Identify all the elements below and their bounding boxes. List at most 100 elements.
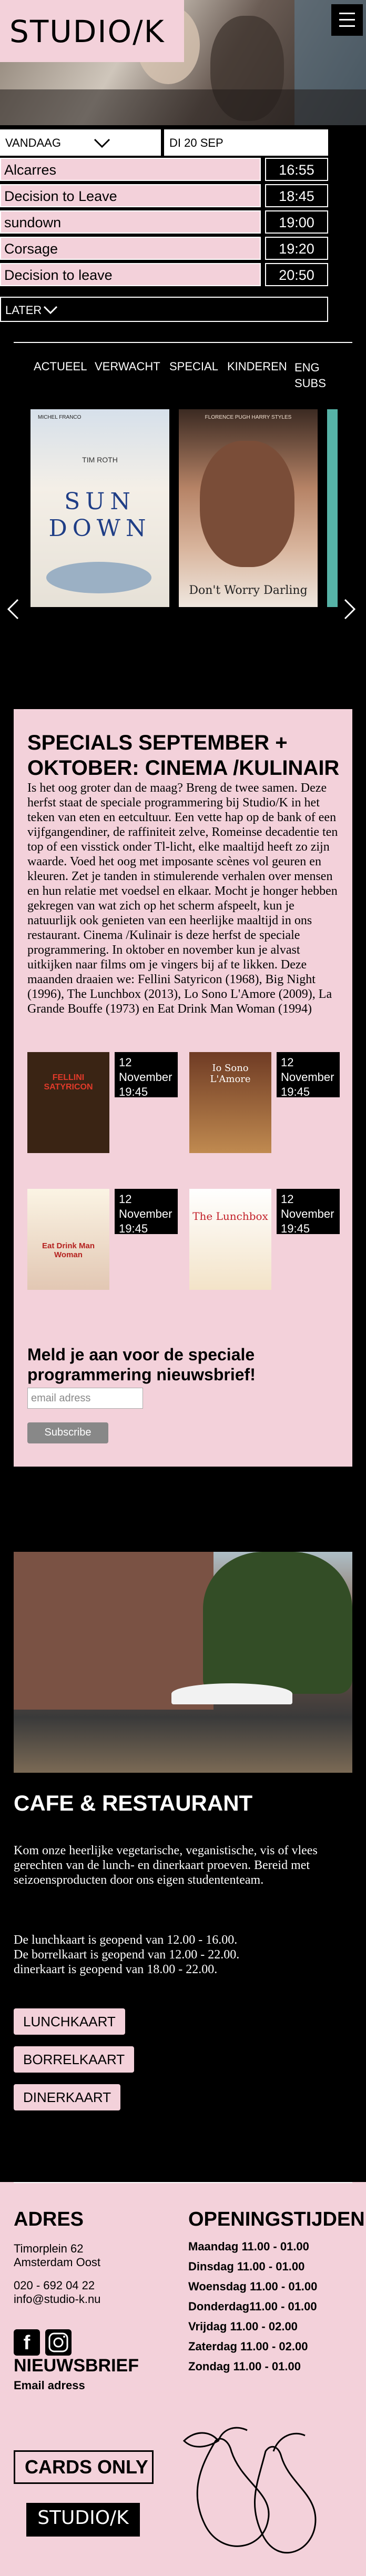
film-poster[interactable]: FLORENCE PUGH HARRY STYLES Don't Worry D… [179, 409, 318, 607]
lunch-hours: De lunchkaart is geopend van 12.00 - 16.… [14, 1933, 238, 1947]
borrelkaart-button[interactable]: BORRELKAART [14, 2046, 135, 2073]
screening-time: 19:20 [265, 237, 328, 260]
tab-special[interactable]: SPECIAL [169, 360, 218, 373]
address-street: Timorplein 62 [14, 2242, 84, 2255]
film-thumb[interactable]: FELLINI SATYRICON [27, 1052, 109, 1153]
film-poster-partial[interactable] [327, 409, 338, 607]
hours-row: Maandag 11.00 - 01.00 [188, 2240, 309, 2253]
address-title: ADRES [14, 2208, 84, 2230]
email-link[interactable]: info@studio-k.nu [14, 2292, 100, 2306]
film-date: 12 November 19:45 [277, 1052, 340, 1098]
screening-title: Alcarres [0, 158, 261, 181]
facebook-icon[interactable]: f [14, 2329, 40, 2356]
later-toggle[interactable]: LATER [0, 297, 328, 322]
thumb-title: The Lunchbox [192, 1210, 268, 1223]
cafe-section: CAFE & RESTAURANT Kom onze heerlijke veg… [14, 1791, 352, 2110]
film-date-day: 12 November [119, 1056, 172, 1084]
film-carousel: MICHEL FRANCO TIM ROTH SUN DOWN FLORENCE… [0, 405, 366, 620]
page: STUDIO/K VANDAAG DI 20 SEP Alcarres 16:5… [0, 0, 366, 2576]
newsletter-title: NIEUWSBRIEF [14, 2356, 139, 2376]
borrel-hours: De borrelkaart is geopend van 12.00 - 22… [14, 1948, 240, 1962]
screening-row[interactable]: sundown 19:00 [0, 210, 366, 234]
specials-text: Is het oog groter dan de maag? Breng de … [27, 781, 338, 1016]
schedule: VANDAAG DI 20 SEP Alcarres 16:55 Decisio… [0, 125, 366, 326]
film-date: 12 November 19:45 [115, 1189, 178, 1235]
hours-row: Zondag 11.00 - 01.00 [188, 2360, 301, 2373]
film-thumb[interactable]: The Lunchbox [189, 1189, 271, 1290]
chevron-down-icon [43, 306, 58, 315]
phone[interactable]: 020 - 692 04 22 [14, 2279, 95, 2292]
screening-row[interactable]: Alcarres 16:55 [0, 158, 366, 181]
film-date-time: 19:45 [281, 1085, 310, 1098]
hero-shelf [0, 89, 366, 125]
newsletter-title: Meld je aan voor de speciale programmeri… [27, 1345, 256, 1384]
date-select[interactable]: DI 20 SEP [164, 129, 328, 156]
hours-row: Woensdag 11.00 - 01.00 [188, 2280, 318, 2293]
photo-tree [203, 1552, 352, 1694]
poster-title: Don't Worry Darling [189, 584, 308, 597]
logo[interactable]: STUDIO/K [0, 0, 184, 62]
logo-text: STUDIO/K [9, 14, 165, 49]
day-select[interactable]: VANDAAG [0, 129, 161, 156]
date-select-value: DI 20 SEP [169, 136, 223, 149]
cafe-photo [14, 1552, 352, 1773]
tab-actueel[interactable]: ACTUEEL [34, 360, 87, 373]
film-thumb[interactable]: Eat Drink Man Woman [27, 1189, 109, 1290]
hamburger-menu-icon[interactable] [331, 4, 363, 36]
pear-illustration-icon [182, 2427, 317, 2554]
hours-title: OPENINGSTIJDEN [188, 2208, 365, 2230]
film-thumb[interactable]: Io Sono L'Amore [189, 1052, 271, 1153]
cafe-text: Kom onze heerlijke vegetarische, veganis… [14, 1844, 318, 1887]
film-date: 12 November 19:45 [277, 1189, 340, 1235]
film-date-time: 19:45 [119, 1085, 148, 1098]
cafe-title: CAFE & RESTAURANT [14, 1791, 253, 1815]
film-date-time: 19:45 [119, 1222, 148, 1235]
photo-building [14, 1552, 214, 1710]
newsletter-email[interactable]: Email adress [14, 2379, 85, 2392]
screening-title: sundown [0, 210, 261, 234]
screening-row[interactable]: Corsage 19:20 [0, 237, 366, 260]
screening-time: 18:45 [265, 184, 328, 207]
chevron-right-icon[interactable] [343, 594, 358, 628]
tab-eng-subs[interactable]: ENG SUBS [294, 360, 331, 391]
film-date-day: 12 November [281, 1193, 334, 1220]
specials-title: SPECIALS SEPTEMBER + OKTOBER: CINEMA /KU… [27, 731, 340, 780]
screening-row[interactable]: Decision to Leave 18:45 [0, 184, 366, 207]
chevron-left-icon[interactable] [5, 594, 20, 628]
screening-row[interactable]: Decision to leave 20:50 [0, 263, 366, 286]
divider [14, 2182, 352, 2183]
thumb-title: FELLINI SATYRICON [44, 1073, 93, 1092]
email-input[interactable]: email adress [27, 1388, 143, 1409]
thumb-title: Eat Drink Man Woman [42, 1241, 95, 1259]
cafe-hours: De lunchkaart is geopend van 12.00 - 16.… [14, 1933, 340, 1977]
day-select-value: VANDAAG [5, 136, 61, 149]
screening-title: Corsage [0, 237, 261, 260]
specials-section: SPECIALS SEPTEMBER + OKTOBER: CINEMA /KU… [14, 709, 352, 1467]
lunchkaart-button[interactable]: LUNCHKAART [14, 2008, 125, 2035]
diner-hours: dinerkaart is geopend van 18.00 - 22.00. [14, 1963, 218, 1976]
later-label: LATER [5, 304, 42, 317]
poster-art [200, 441, 294, 567]
dinerkaart-button[interactable]: DINERKAART [14, 2084, 121, 2110]
film-date: 12 November 19:45 [115, 1052, 178, 1098]
instagram-icon[interactable] [45, 2329, 72, 2356]
divider [14, 342, 352, 343]
film-date-time: 19:45 [281, 1222, 310, 1235]
film-poster[interactable]: MICHEL FRANCO TIM ROTH SUN DOWN [30, 409, 169, 607]
poster-title: SUN DOWN [48, 488, 151, 542]
cards-only-badge: CARDS ONLY [14, 2450, 154, 2484]
photo-umbrella [171, 1683, 292, 1704]
footer-logo[interactable]: STUDIO/K [26, 2503, 140, 2537]
screening-time: 19:00 [265, 210, 328, 234]
hours-row: Zaterdag 11.00 - 02.00 [188, 2340, 308, 2353]
tab-verwacht[interactable]: VERWACHT [95, 360, 160, 373]
screening-title: Decision to leave [0, 263, 261, 286]
subscribe-button[interactable]: Subscribe [27, 1422, 108, 1443]
chevron-down-icon [94, 138, 110, 148]
address-city: Amsterdam Oost [14, 2256, 101, 2269]
screening-time: 16:55 [265, 158, 328, 181]
screening-time: 20:50 [265, 263, 328, 286]
tab-kinderen[interactable]: KINDEREN [227, 360, 287, 373]
poster-cast: FLORENCE PUGH HARRY STYLES [205, 415, 292, 420]
hours-row: Vrijdag 11.00 - 02.00 [188, 2320, 298, 2333]
